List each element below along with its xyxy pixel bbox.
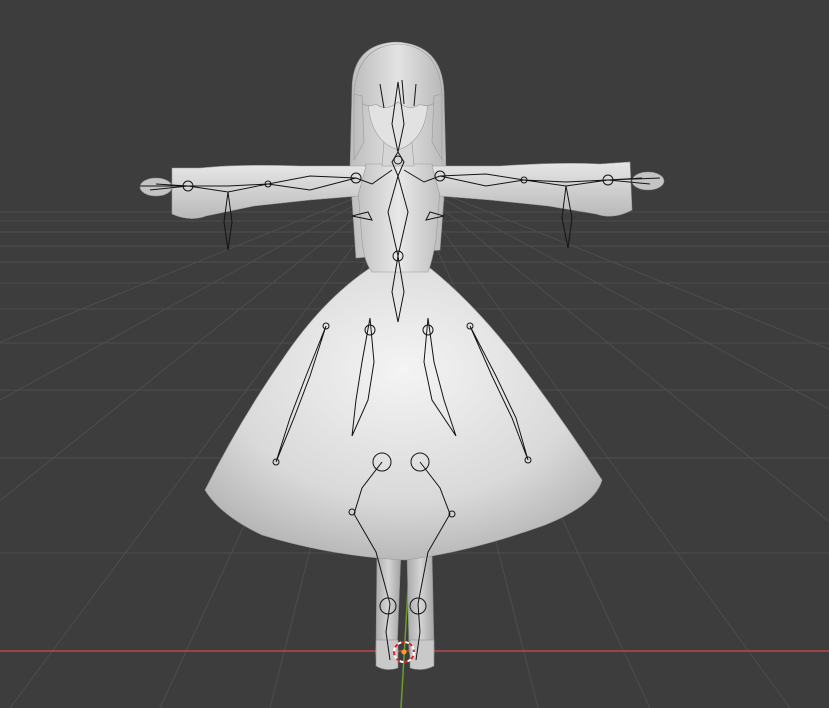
skirt [204,267,603,561]
character-mesh[interactable] [139,41,665,670]
right-arm [431,161,633,217]
left-arm [171,165,367,219]
viewport-canvas[interactable] [0,0,829,708]
3d-viewport[interactable] [0,0,829,708]
